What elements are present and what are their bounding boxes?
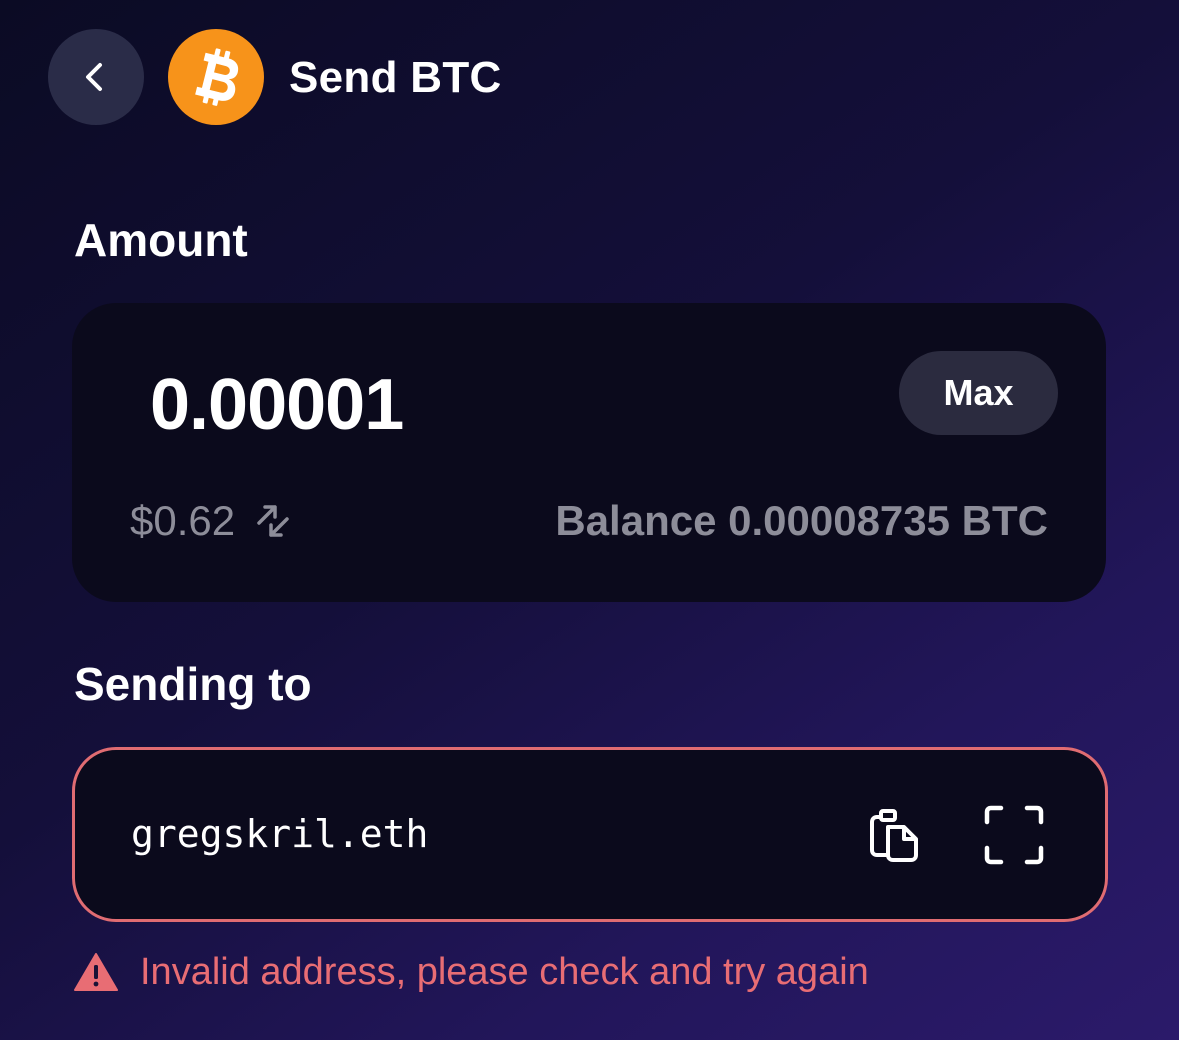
scan-qr-icon bbox=[984, 805, 1044, 865]
address-field-container bbox=[72, 747, 1108, 922]
back-button[interactable] bbox=[48, 29, 144, 125]
bitcoin-icon bbox=[195, 48, 239, 106]
page-title: Send BTC bbox=[289, 53, 502, 102]
paste-button[interactable] bbox=[861, 802, 927, 868]
address-input[interactable] bbox=[131, 806, 731, 862]
amount-card: 0.00001 Max $0.62 Balance 0.00008735 BTC bbox=[72, 303, 1106, 602]
max-button[interactable]: Max bbox=[899, 351, 1058, 435]
sending-to-label: Sending to bbox=[74, 658, 312, 710]
swap-arrows-icon bbox=[257, 505, 289, 537]
amount-label: Amount bbox=[74, 214, 248, 266]
balance-text: Balance 0.00008735 BTC bbox=[555, 497, 1048, 544]
bitcoin-logo bbox=[168, 29, 264, 125]
scan-button[interactable] bbox=[981, 802, 1047, 868]
address-error: Invalid address, please check and try ag… bbox=[74, 948, 869, 996]
fiat-toggle[interactable]: $0.62 bbox=[130, 495, 293, 547]
chevron-left-icon bbox=[86, 63, 102, 91]
clipboard-icon bbox=[870, 809, 918, 862]
amount-input[interactable]: 0.00001 bbox=[150, 363, 404, 447]
warning-icon bbox=[74, 953, 118, 991]
error-message: Invalid address, please check and try ag… bbox=[140, 951, 869, 993]
fiat-value: $0.62 bbox=[130, 497, 236, 544]
